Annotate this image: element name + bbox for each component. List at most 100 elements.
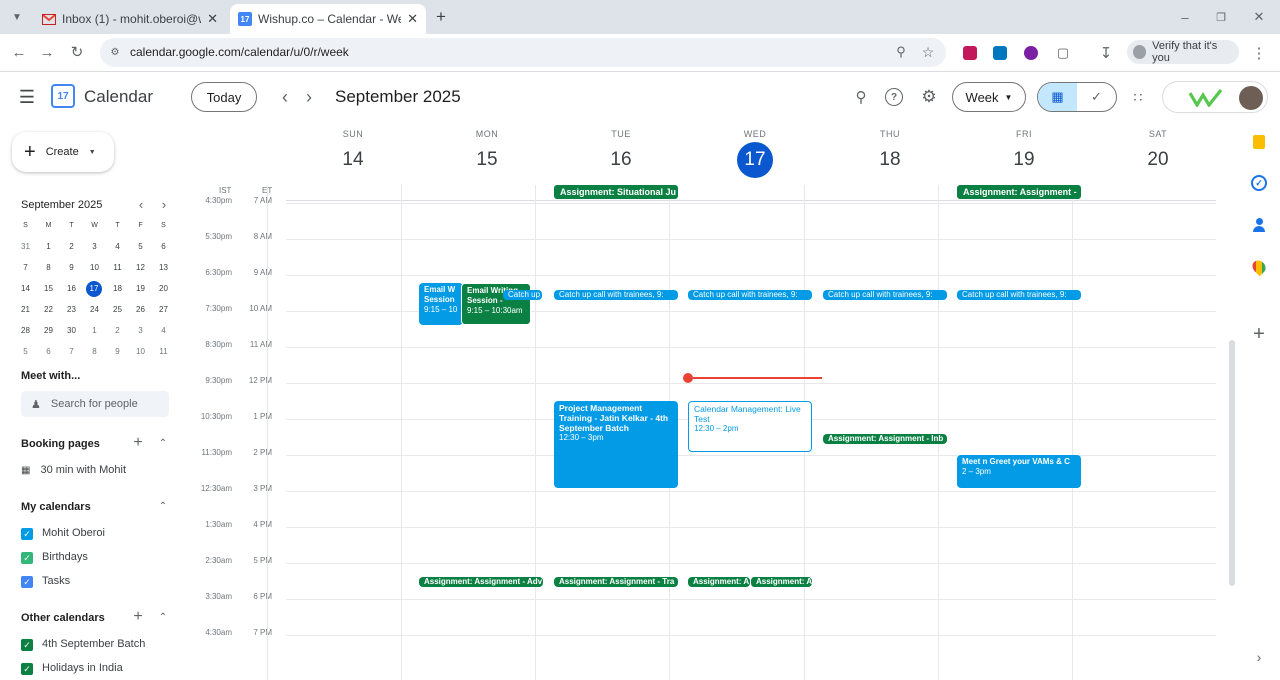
allday-event[interactable]: Assignment: Situational Ju	[554, 185, 678, 199]
keep-icon[interactable]	[1253, 135, 1265, 149]
mini-day[interactable]: 30	[60, 323, 83, 339]
minimize-icon[interactable]: –	[1176, 8, 1194, 26]
extension-icon[interactable]	[993, 46, 1007, 60]
mini-day[interactable]: 2	[60, 239, 83, 255]
other-calendar-item[interactable]: ✓ Holidays in India	[21, 661, 171, 677]
mini-day[interactable]: 20	[152, 281, 175, 297]
mini-day[interactable]: 5	[129, 239, 152, 255]
add-other-cal-icon[interactable]: +	[131, 608, 145, 625]
bookmark-star-icon[interactable]: ☆	[920, 44, 936, 60]
checkbox-icon[interactable]: ✓	[21, 528, 33, 540]
settings-gear-icon[interactable]: ⚙	[919, 87, 939, 107]
event-assignment[interactable]: Assignment: Assignment - Tra	[554, 577, 678, 587]
forward-icon[interactable]: →	[38, 43, 56, 61]
mini-day[interactable]: 6	[152, 239, 175, 255]
mini-day[interactable]: 4	[152, 323, 175, 339]
day-number[interactable]: 14	[286, 149, 420, 171]
mini-day[interactable]: 8	[83, 344, 106, 360]
other-calendar-item[interactable]: ✓ 4th September Batch	[21, 637, 171, 653]
mini-day[interactable]: 14	[14, 281, 37, 297]
account-chip[interactable]	[1162, 81, 1268, 113]
mini-day[interactable]: 18	[106, 281, 129, 297]
checkbox-icon[interactable]: ✓	[21, 576, 33, 588]
prev-week-icon[interactable]: ‹	[276, 87, 294, 107]
mini-day[interactable]: 22	[37, 302, 60, 318]
day-number[interactable]: 15	[420, 149, 554, 171]
mini-day[interactable]: 9	[106, 344, 129, 360]
event-assignment[interactable]: Assignment: Assignment - Adv	[419, 577, 543, 587]
tasks-icon[interactable]: ✓	[1251, 175, 1267, 191]
add-addon-icon[interactable]: +	[1250, 323, 1268, 345]
mini-day[interactable]: 9	[60, 260, 83, 276]
mini-day[interactable]: 13	[152, 260, 175, 276]
event-assignment[interactable]: Assignment: A	[688, 577, 750, 587]
tab-search-icon[interactable]: ▼	[8, 8, 26, 26]
grid-scrollbar[interactable]	[1229, 340, 1235, 586]
event-email-writing[interactable]: Email W Session 9:15 – 10	[419, 283, 463, 325]
mini-day[interactable]: 2	[106, 323, 129, 339]
next-week-icon[interactable]: ›	[300, 87, 318, 107]
download-icon[interactable]: ↧	[1097, 44, 1115, 62]
mini-day[interactable]: 26	[129, 302, 152, 318]
new-tab-icon[interactable]: +	[432, 7, 450, 26]
mini-day[interactable]: 10	[83, 260, 106, 276]
event-meet-greet[interactable]: Meet n Greet your VAMs & C 2 – 3pm	[957, 455, 1081, 488]
mini-day[interactable]: 24	[83, 302, 106, 318]
search-people-input[interactable]: ♟ Search for people	[21, 391, 169, 417]
mini-day[interactable]: 28	[14, 323, 37, 339]
event-assignment[interactable]: Assignment: Assignment - Inb	[823, 434, 947, 444]
mini-prev-icon[interactable]: ‹	[135, 197, 147, 212]
event-assignment[interactable]: Assignment: A	[750, 577, 812, 587]
mini-day[interactable]: 31	[14, 239, 37, 255]
today-button[interactable]: Today	[191, 82, 257, 112]
create-button[interactable]: + Create ▼	[12, 132, 114, 172]
event-calendar-management[interactable]: Calendar Management: Live Test 12:30 – 2…	[688, 401, 812, 452]
my-calendar-item[interactable]: ✓ Birthdays	[21, 550, 171, 566]
main-menu-icon[interactable]: ☰	[16, 86, 38, 108]
browser-tab-calendar[interactable]: 17 Wishup.co – Calendar - Week o ✕	[230, 4, 426, 34]
site-info-icon[interactable]: ⚙	[108, 45, 122, 59]
allday-event[interactable]: Assignment: Assignment -	[957, 185, 1081, 199]
mini-day[interactable]: 25	[106, 302, 129, 318]
extension-icon[interactable]	[963, 46, 977, 60]
zoom-icon[interactable]: ⚲	[893, 44, 909, 60]
url-text[interactable]: calendar.google.com/calendar/u/0/r/week	[130, 45, 349, 59]
event-catch-up[interactable]: Catch up call with trainees, 9:	[823, 290, 947, 300]
mini-day[interactable]: 23	[60, 302, 83, 318]
day-number[interactable]: 16	[554, 149, 688, 171]
mini-day[interactable]: 7	[14, 260, 37, 276]
browser-menu-icon[interactable]: ⋮	[1252, 44, 1267, 62]
my-calendar-item[interactable]: ✓ Mohit Oberoi	[21, 526, 171, 542]
mini-day[interactable]: 29	[37, 323, 60, 339]
close-tab-icon[interactable]: ✕	[207, 11, 218, 27]
mini-next-icon[interactable]: ›	[158, 197, 170, 212]
mini-day[interactable]: 15	[37, 281, 60, 297]
mini-day[interactable]: 11	[152, 344, 175, 360]
mini-day[interactable]: 1	[83, 323, 106, 339]
day-number[interactable]: 20	[1091, 149, 1225, 171]
google-apps-icon[interactable]: ∷	[1128, 87, 1148, 107]
reload-icon[interactable]: ↻	[68, 43, 86, 61]
my-calendar-item[interactable]: ✓ Tasks	[21, 574, 171, 590]
mini-day[interactable]: 6	[37, 344, 60, 360]
mini-day[interactable]: 21	[14, 302, 37, 318]
add-booking-icon[interactable]: +	[131, 434, 145, 451]
collapse-booking-icon[interactable]: ⌃	[157, 437, 169, 449]
day-number[interactable]: 18	[823, 149, 957, 171]
mini-day[interactable]: 3	[83, 239, 106, 255]
mini-day[interactable]: 7	[60, 344, 83, 360]
mini-day[interactable]: 27	[152, 302, 175, 318]
event-catch-up[interactable]: Catch up	[503, 290, 542, 300]
search-icon[interactable]: ⚲	[852, 88, 870, 106]
checkbox-icon[interactable]: ✓	[21, 663, 33, 675]
tasks-view-icon[interactable]: ✓	[1077, 83, 1116, 111]
event-catch-up[interactable]: Catch up call with trainees, 9:	[957, 290, 1081, 300]
collapse-other-cal-icon[interactable]: ⌃	[157, 611, 169, 623]
verify-button[interactable]: Verify that it's you	[1127, 40, 1239, 64]
collapse-my-cal-icon[interactable]: ⌃	[157, 500, 169, 512]
help-icon[interactable]: ?	[885, 88, 903, 106]
extension-icon[interactable]	[1024, 46, 1038, 60]
event-project-management[interactable]: Project Management Training - Jatin Kelk…	[554, 401, 678, 488]
mini-day[interactable]: 1	[37, 239, 60, 255]
mini-day[interactable]: 19	[129, 281, 152, 297]
